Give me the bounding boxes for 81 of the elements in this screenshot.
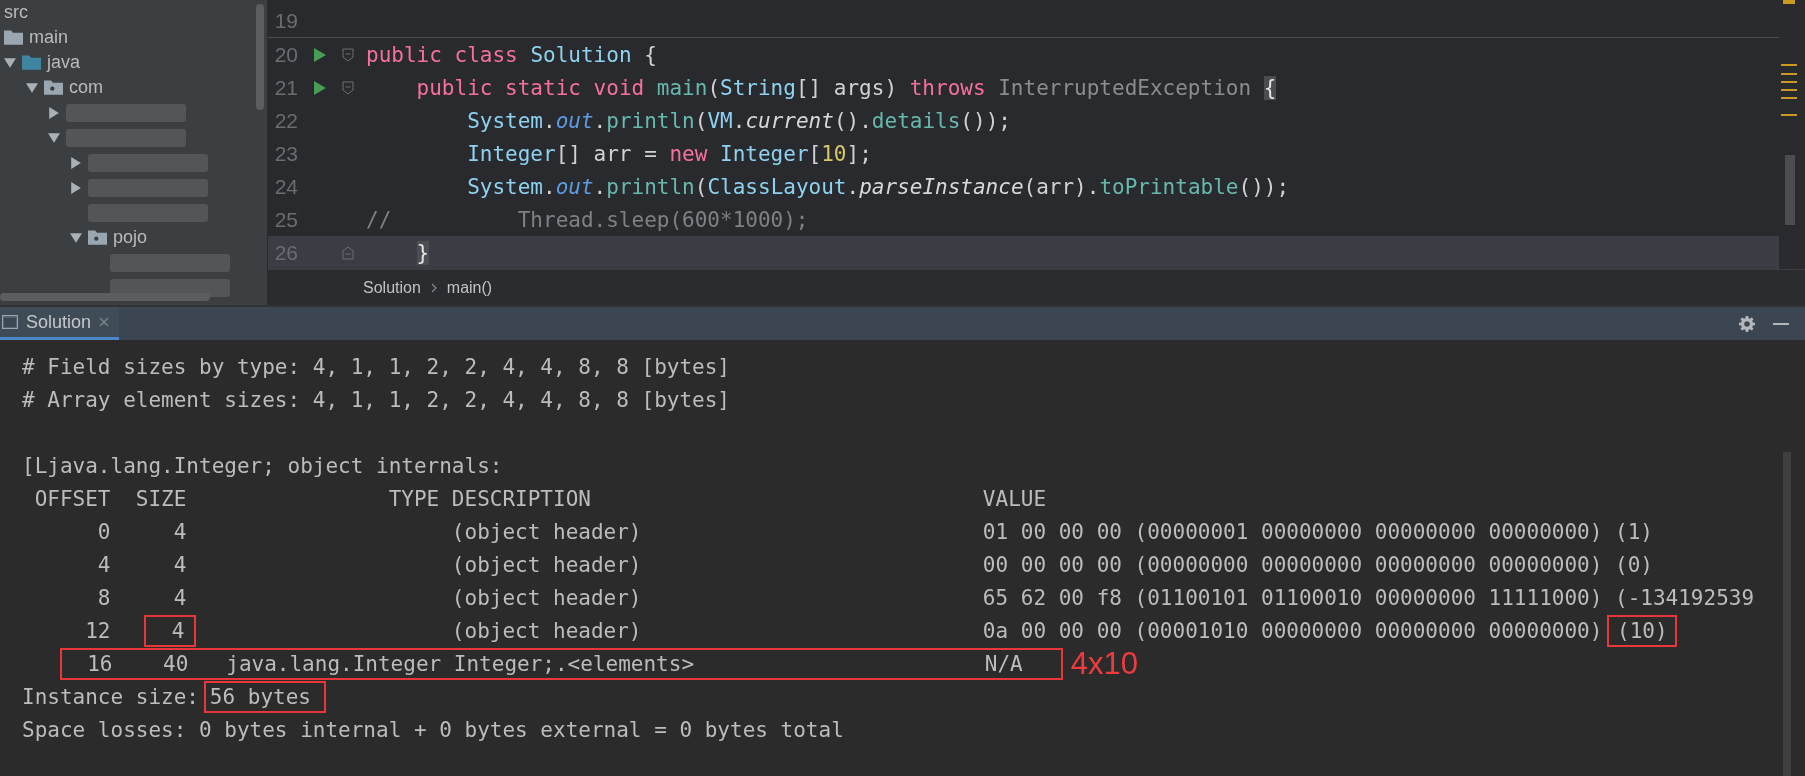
size-text: 40 (163, 651, 189, 676)
scrollbar-thumb[interactable] (1785, 155, 1795, 225)
fold-marker-icon[interactable] (342, 80, 354, 95)
offset-text: 16 (86, 651, 113, 676)
fold-marker-icon[interactable] (342, 245, 354, 260)
line-number: 21 (273, 75, 298, 100)
console-text: 56 bytes (209, 684, 311, 709)
folder-icon (4, 28, 23, 47)
console-text: # Array element sizes: 4, 1, 1, 2, 2, 4, 4, 8, 8 [bytes] (22, 387, 730, 412)
line-number: 22 (273, 108, 298, 133)
code-line: Integer[] arr = new Integer[10]; (466, 141, 872, 166)
run-tab[interactable]: Solution (0, 307, 120, 340)
folder-icon (22, 53, 41, 72)
tree-arrow-icon[interactable] (48, 131, 60, 144)
tree-item-label[interactable]: pojo (113, 227, 148, 248)
column-header: DESCRIPTION (451, 486, 592, 511)
line-number: 25 (273, 207, 298, 232)
fold-marker-icon[interactable] (342, 47, 354, 62)
chevron-right-icon (430, 283, 437, 293)
offset-text: 0 (96, 519, 111, 544)
column-header: VALUE (982, 486, 1047, 511)
description-text: (object header) (451, 552, 643, 577)
code-line: System.out.println(VM.current().details()); (466, 108, 1011, 133)
code-line: public class Solution { (366, 42, 657, 67)
size-text: 4 (173, 519, 187, 544)
play-icon[interactable] (314, 80, 326, 95)
breadcrumb-item[interactable]: main() (446, 279, 493, 297)
line-number: 20 (273, 42, 298, 67)
tree-arrow-icon[interactable] (70, 231, 82, 244)
close-icon[interactable] (99, 317, 110, 327)
offset-text: 4 (96, 552, 111, 577)
line-number: 24 (273, 174, 298, 199)
tree-arrow-icon[interactable] (70, 156, 82, 169)
code-line: // Thread.sleep(600*1000); (366, 207, 809, 232)
description-text: (object header) (451, 618, 643, 643)
code-line: public static void main(String[] args) throws InterruptedException { (415, 75, 1277, 100)
tree-arrow-icon[interactable] (48, 106, 60, 119)
column-header: TYPE (387, 486, 440, 511)
console-text: [Ljava.lang.Integer; object internals: (22, 453, 503, 478)
settings-icon[interactable] (1739, 315, 1755, 332)
breadcrumb-item[interactable]: Solution (363, 279, 421, 297)
size-text: 4 (173, 585, 187, 610)
scrollbar-thumb[interactable] (0, 293, 210, 301)
offset-text: 12 (84, 618, 111, 643)
line-number: 23 (273, 141, 298, 166)
value-text: 00 00 00 00 (00000000 00000000 00000000 00000000) (982, 552, 1603, 577)
column-header: SIZE (134, 486, 187, 511)
tree-arrow-icon[interactable] (70, 181, 82, 194)
value-text: 65 62 00 f8 (01100101 01100010 00000000 11111000) (982, 585, 1603, 610)
console-text: Space losses: 0 bytes internal + 0 bytes external = 0 bytes total (22, 717, 844, 742)
size-text: 4 (171, 618, 185, 643)
tree-arrow-icon[interactable] (26, 81, 38, 94)
decimal-text: (1) (1615, 519, 1653, 544)
code-line: System.out.println(ClassLayout.parseInstance(arr).toPrintable()); (466, 174, 1290, 199)
line-number: 19 (273, 9, 298, 33)
description-text: (object header) (451, 585, 643, 610)
tree-item-label[interactable]: com (69, 77, 103, 98)
tree-item-label[interactable]: main (29, 27, 68, 48)
type-text: java.lang.Integer (225, 651, 442, 676)
console-text: Instance size: (22, 684, 199, 709)
value-text: N/A (984, 651, 1024, 676)
console-icon (2, 315, 18, 329)
description-text: (object header) (451, 519, 643, 544)
decimal-text: (0) (1615, 552, 1653, 577)
size-text: 4 (173, 552, 187, 577)
decimal-text: (10) (1617, 618, 1668, 643)
tree-item-label[interactable]: java (47, 52, 81, 73)
value-text: 01 00 00 00 (00000001 00000000 00000000 00000000) (982, 519, 1603, 544)
offset-text: 8 (96, 585, 111, 610)
console-text: # Field sizes by type: 4, 1, 1, 2, 2, 4, 4, 8, 8 [bytes] (22, 354, 730, 379)
tree-item-label[interactable]: src (4, 2, 28, 23)
play-icon[interactable] (314, 47, 326, 62)
package-icon (88, 228, 107, 247)
decimal-text: (-134192539 (1615, 585, 1755, 610)
package-icon (44, 78, 63, 97)
description-text: Integer;.<elements> (453, 651, 696, 676)
annotation-text: 4x10 (1070, 645, 1138, 682)
scrollbar-thumb[interactable] (256, 4, 264, 110)
column-header: OFFSET (33, 486, 111, 511)
tree-arrow-icon[interactable] (4, 56, 16, 69)
value-text: 0a 00 00 00 (00001010 00000000 00000000 00000000) (982, 618, 1603, 643)
